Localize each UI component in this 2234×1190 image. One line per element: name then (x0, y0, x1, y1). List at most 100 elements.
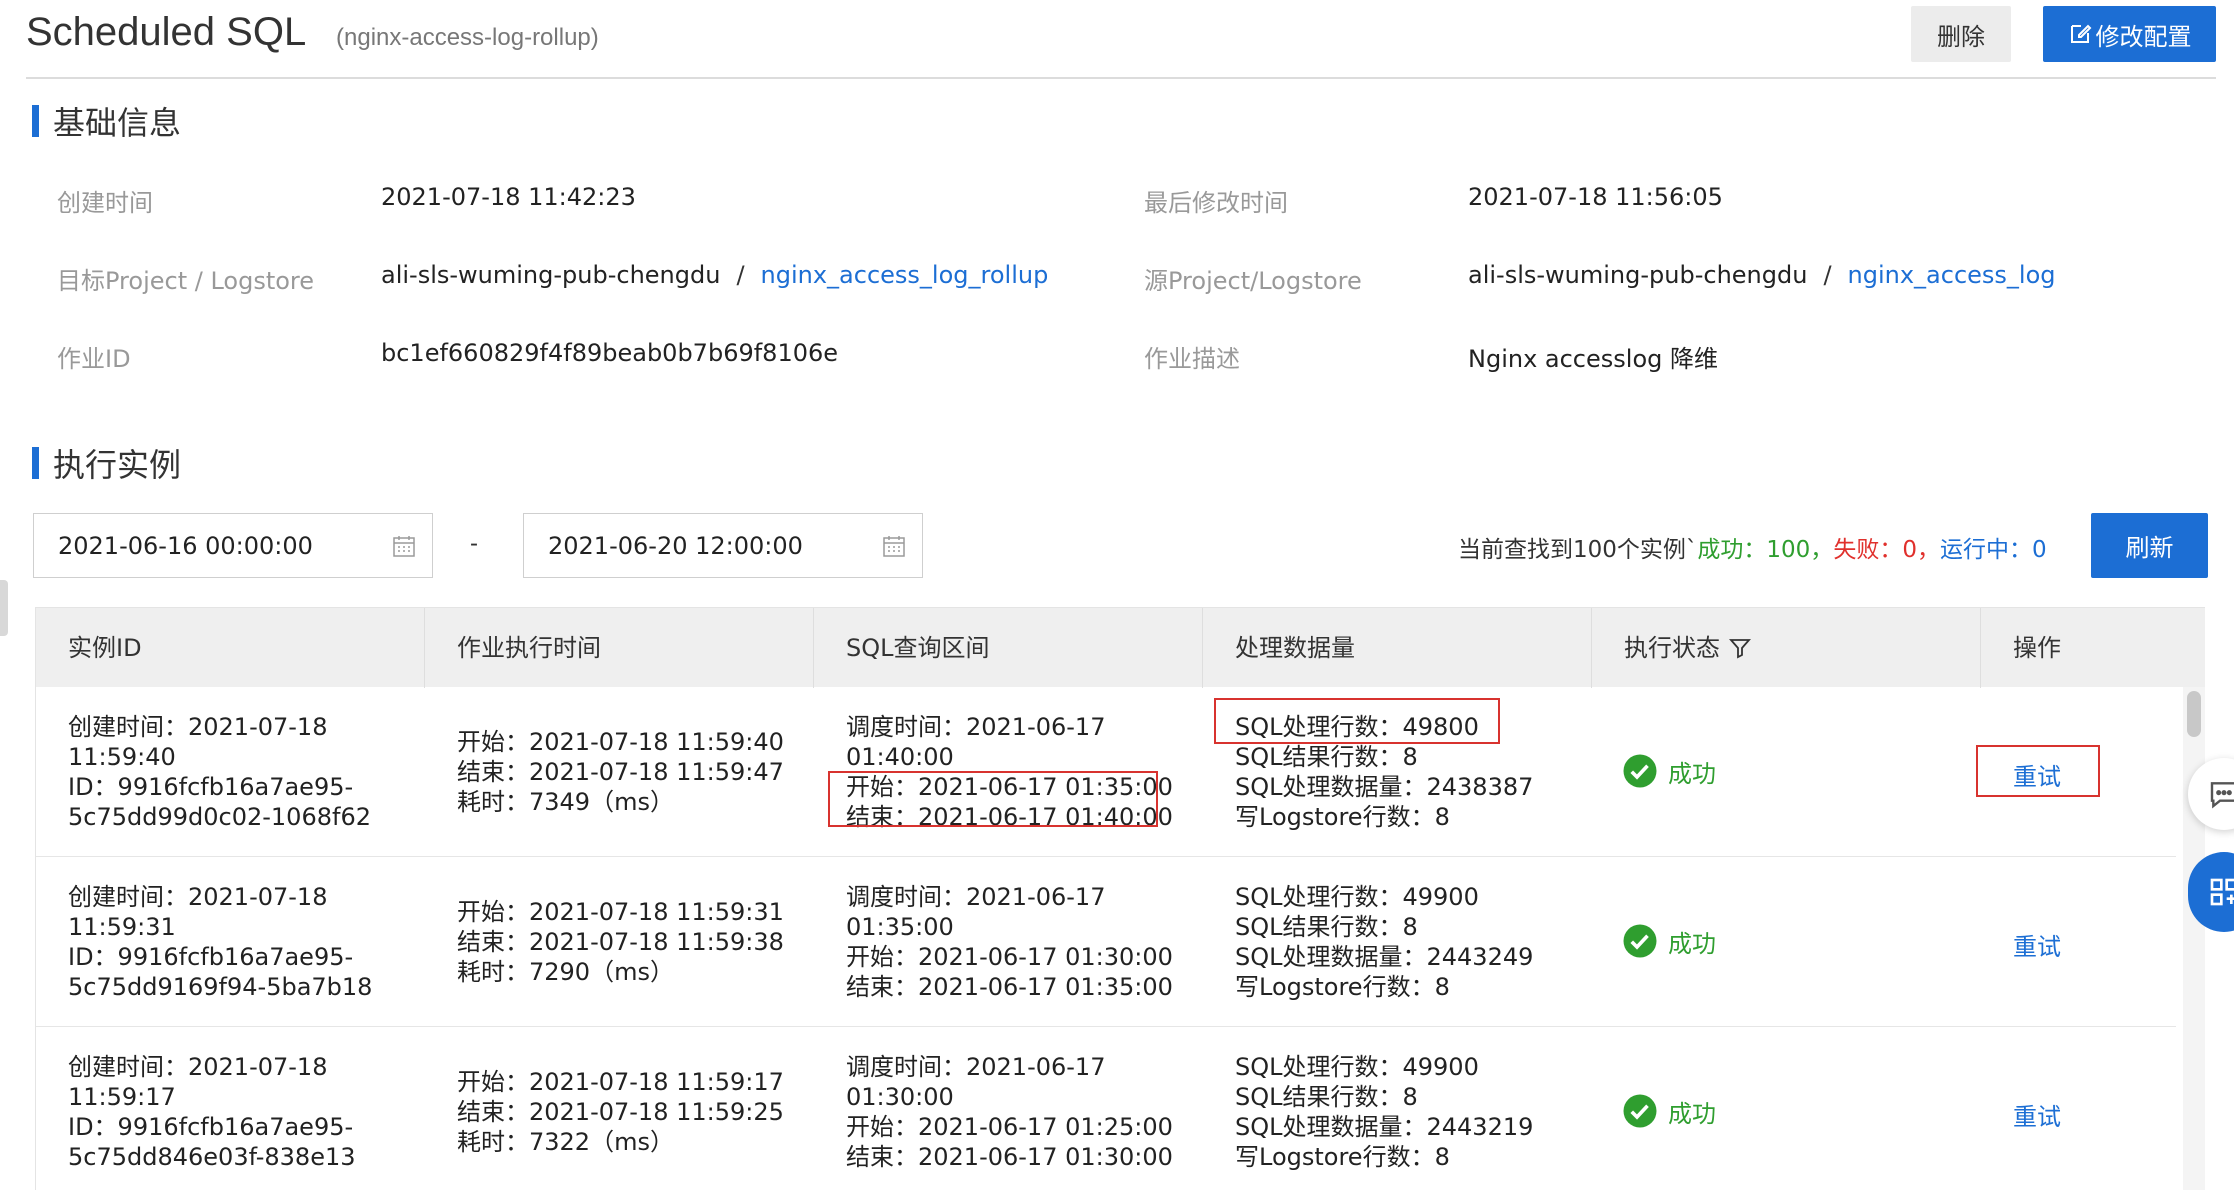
check-circle-icon (1623, 1094, 1657, 1128)
source-logstore-link[interactable]: nginx_access_log (1848, 261, 2056, 289)
section-marker (32, 105, 39, 137)
edit-config-label: 修改配置 (2095, 22, 2192, 51)
cell-line: 调度时间：2021-06-17 (846, 713, 1106, 741)
retry-link[interactable]: 重试 (2013, 927, 2061, 962)
cell-line: 5c75dd846e03f-838e13 (68, 1143, 356, 1171)
cell-line: 开始：2021-07-18 11:59:31 (457, 898, 784, 926)
edit-icon (2070, 24, 2091, 43)
status-text: 成功 (1668, 929, 1716, 958)
cell-line: 耗时：7322（ms） (457, 1128, 674, 1156)
cell-query: 调度时间：2021-06-17 01:40:00 开始：2021-06-17 01:… (846, 712, 1173, 832)
cell-line: 开始：2021-06-17 01:30:00 (846, 943, 1173, 971)
cell-data: SQL处理行数：49800 SQL结果行数：8 SQL处理数据量：2438387 写L… (1235, 712, 1533, 832)
cell-line: SQL处理行数：49900 (1235, 883, 1479, 911)
start-date-input[interactable] (58, 514, 378, 577)
cell-query: 调度时间：2021-06-17 01:35:00 开始：2021-06-17 01:… (846, 882, 1173, 1002)
instances-title: 执行实例 (53, 446, 182, 484)
cell-line: SQL处理数据量：2438387 (1235, 773, 1534, 801)
job-desc-label: 作业描述 (1144, 345, 1240, 373)
end-date-picker[interactable] (523, 513, 923, 578)
calendar-icon[interactable] (392, 534, 416, 558)
table-row: 创建时间：2021-07-18 11:59:40 ID：9916fcfb16a7ae… (36, 687, 2176, 857)
target-logstore-link[interactable]: nginx_access_log_rollup (761, 261, 1049, 289)
cell-line: SQL结果行数：8 (1235, 913, 1418, 941)
cell-line: SQL处理数据量：2443219 (1235, 1113, 1534, 1141)
cell-line: 耗时：7349（ms） (457, 788, 674, 816)
cell-id: 创建时间：2021-07-18 11:59:17 ID：9916fcfb16a7ae… (68, 1052, 356, 1172)
source-project-label: 源Project/Logstore (1144, 267, 1362, 295)
col-label: 执行状态 (1624, 634, 1720, 662)
cell-line: 结束：2021-07-18 11:59:47 (457, 758, 784, 786)
job-id-label: 作业ID (57, 345, 131, 373)
cell-line: 耗时：7290（ms） (457, 958, 674, 986)
cell-line: 01:30:00 (846, 1083, 954, 1111)
modified-time-label: 最后修改时间 (1144, 189, 1288, 217)
cell-line: 结束：2021-07-18 11:59:38 (457, 928, 784, 956)
side-collapse-handle[interactable] (0, 580, 8, 636)
source-separator: / (1823, 261, 1832, 289)
col-label: 作业执行时间 (457, 634, 601, 662)
cell-line: 开始：2021-07-18 11:59:40 (457, 728, 784, 756)
col-action: 操作 (1981, 608, 2205, 688)
status-text: 成功 (1668, 759, 1716, 788)
col-exec-time: 作业执行时间 (425, 608, 814, 688)
cell-line: SQL处理数据量：2443249 (1235, 943, 1534, 971)
cell-line: 结束：2021-06-17 01:40:00 (846, 803, 1173, 831)
status-badge: 成功 (1622, 1093, 1716, 1129)
date-range-dash: - (470, 530, 478, 557)
scrollbar-thumb[interactable] (2187, 691, 2201, 737)
found-text: 当前查找到100个实例` (1458, 537, 1698, 563)
delete-button[interactable]: 删除 (1911, 6, 2011, 62)
cell-line: 结束：2021-06-17 01:35:00 (846, 973, 1173, 1001)
col-label: 操作 (2013, 634, 2061, 662)
status-text: 成功 (1668, 1099, 1716, 1128)
cell-line: 写Logstore行数：8 (1235, 1143, 1450, 1171)
col-status: 执行状态 (1592, 608, 1981, 688)
cell-line: 创建时间：2021-07-18 (68, 883, 328, 911)
retry-link[interactable]: 重试 (2013, 757, 2061, 792)
apps-icon (2210, 878, 2234, 906)
section-marker (32, 447, 39, 479)
target-project-name: ali-sls-wuming-pub-chengdu (381, 261, 721, 289)
calendar-icon[interactable] (882, 534, 906, 558)
retry-link[interactable]: 重试 (2013, 1097, 2061, 1132)
cell-line: SQL处理行数：49900 (1235, 1053, 1479, 1081)
target-project-value: ali-sls-wuming-pub-chengdu / nginx_access_… (381, 261, 1048, 289)
cell-exec: 开始：2021-07-18 11:59:17 结束：2021-07-18 11:5… (457, 1067, 784, 1157)
cell-id: 创建时间：2021-07-18 11:59:31 ID：9916fcfb16a7ae… (68, 882, 372, 1002)
check-circle-icon (1623, 924, 1657, 958)
cell-id: 创建时间：2021-07-18 11:59:40 ID：9916fcfb16a7ae… (68, 712, 371, 832)
cell-line: 开始：2021-06-17 01:35:00 (846, 773, 1173, 801)
refresh-button[interactable]: 刷新 (2091, 513, 2208, 578)
cell-line: 01:40:00 (846, 743, 954, 771)
page-header: Scheduled SQL (nginx-access-log-rollup) … (26, 0, 2216, 79)
cell-line: ID：9916fcfb16a7ae95- (68, 1113, 354, 1141)
cell-data: SQL处理行数：49900 SQL结果行数：8 SQL处理数据量：2443219 写L… (1235, 1052, 1533, 1172)
end-date-input[interactable] (548, 514, 868, 577)
cell-line: 01:35:00 (846, 913, 954, 941)
status-badge: 成功 (1622, 753, 1716, 789)
source-project-value: ali-sls-wuming-pub-chengdu / nginx_access_… (1468, 261, 2056, 289)
cell-line: 结束：2021-07-18 11:59:25 (457, 1098, 784, 1126)
cell-exec: 开始：2021-07-18 11:59:31 结束：2021-07-18 11:5… (457, 897, 784, 987)
cell-line: 创建时间：2021-07-18 (68, 713, 328, 741)
start-date-picker[interactable] (33, 513, 433, 578)
col-data-volume: 处理数据量 (1203, 608, 1592, 688)
cell-line: 开始：2021-06-17 01:25:00 (846, 1113, 1173, 1141)
edit-config-button[interactable]: 修改配置 (2043, 6, 2216, 62)
check-circle-icon (1623, 754, 1657, 788)
cell-line: 11:59:31 (68, 913, 176, 941)
col-label: 实例ID (68, 634, 142, 662)
cell-exec: 开始：2021-07-18 11:59:40 结束：2021-07-18 11:5… (457, 727, 784, 817)
table-scrollbar[interactable] (2183, 687, 2205, 1190)
created-time-label: 创建时间 (57, 189, 153, 217)
modified-time-value: 2021-07-18 11:56:05 (1468, 183, 1723, 211)
cell-line: 开始：2021-07-18 11:59:17 (457, 1068, 784, 1096)
basic-info-heading: 基础信息 (32, 104, 181, 142)
filter-icon[interactable] (1728, 636, 1752, 660)
cell-line: 调度时间：2021-06-17 (846, 883, 1106, 911)
col-query-range: SQL查询区间 (814, 608, 1203, 688)
created-time-value: 2021-07-18 11:42:23 (381, 183, 636, 211)
status-badge: 成功 (1622, 923, 1716, 959)
cell-line: 创建时间：2021-07-18 (68, 1053, 328, 1081)
